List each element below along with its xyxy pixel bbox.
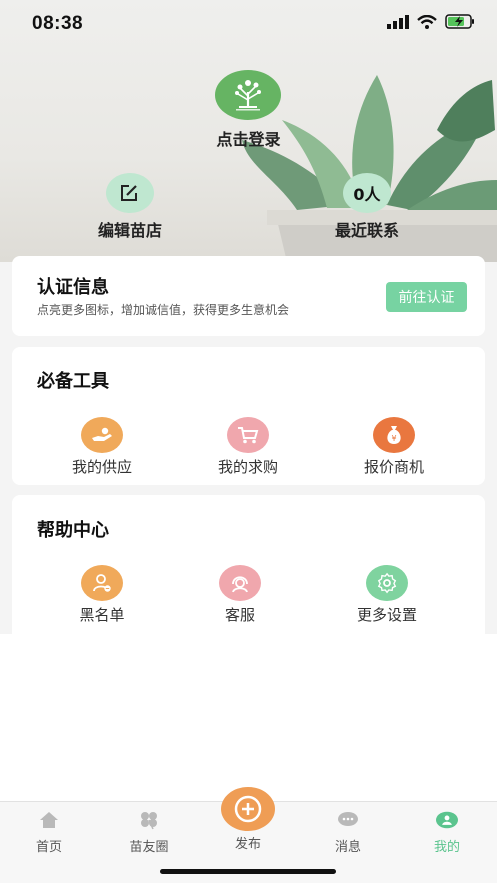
recent-contacts-button[interactable]: 0人 最近联系 [317, 173, 417, 241]
tab-mine-label: 我的 [433, 840, 460, 855]
logo-avatar-icon [215, 70, 281, 120]
customer-service-label: 客服 [224, 606, 255, 624]
edit-shop-button[interactable]: 编辑苗店 [80, 173, 180, 241]
tab-mine[interactable]: 我的 [407, 810, 487, 855]
my-supply-button[interactable]: 我的供应 [42, 417, 162, 477]
my-supply-label: 我的供应 [71, 458, 132, 476]
more-settings-button[interactable]: 更多设置 [327, 565, 447, 625]
login-link[interactable]: 点击登录 [0, 126, 497, 150]
publish-label: 发布 [234, 837, 261, 852]
status-bar: 08:38 [0, 0, 497, 48]
tools-title: 必备工具 [37, 371, 109, 392]
clover-icon [138, 810, 160, 830]
tab-messages-label: 消息 [334, 840, 361, 855]
go-certify-button[interactable]: 前往认证 [386, 282, 467, 312]
tab-messages[interactable]: 消息 [308, 810, 388, 855]
cart-icon [227, 417, 269, 453]
tab-home[interactable]: 首页 [9, 810, 89, 855]
my-purchase-label: 我的求购 [217, 458, 278, 476]
login-avatar[interactable] [215, 70, 281, 120]
recent-contacts-count: 0人 [343, 173, 391, 213]
help-center-card: 帮助中心 黑名单 客服 更多设置 [12, 495, 485, 634]
customer-service-icon [219, 565, 261, 601]
tools-card: 必备工具 我的供应 我的求购 ¥ 报价商机 [12, 347, 485, 485]
certification-card: 认证信息 点亮更多图标，增加诚信值，获得更多生意机会 前往认证 [12, 256, 485, 336]
message-bubble-icon [337, 810, 359, 830]
quote-opportunity-button[interactable]: ¥ 报价商机 [334, 417, 454, 477]
supply-hand-icon [81, 417, 123, 453]
tab-home-label: 首页 [35, 840, 62, 855]
quote-opportunity-label: 报价商机 [363, 458, 424, 476]
publish-button[interactable]: 发布 [221, 787, 275, 852]
content-empty-area [0, 634, 497, 801]
plus-circle-icon [221, 787, 275, 831]
status-time: 08:38 [32, 13, 84, 34]
certification-title: 认证信息 [37, 277, 109, 298]
wifi-icon [417, 14, 437, 29]
tab-community-label: 苗友圈 [129, 840, 169, 855]
battery-charging-icon [445, 14, 474, 29]
blacklist-label: 黑名单 [79, 606, 125, 624]
profile-icon [436, 810, 458, 830]
help-center-title: 帮助中心 [37, 520, 109, 541]
blacklist-button[interactable]: 黑名单 [42, 565, 162, 625]
signal-icon [387, 14, 409, 29]
svg-text:¥: ¥ [391, 434, 396, 443]
home-indicator[interactable] [160, 869, 336, 874]
certification-description: 点亮更多图标，增加诚信值，获得更多生意机会 [37, 303, 290, 317]
recent-contacts-label: 最近联系 [334, 221, 399, 240]
edit-icon [106, 173, 154, 213]
money-bag-icon: ¥ [373, 417, 415, 453]
my-purchase-button[interactable]: 我的求购 [188, 417, 308, 477]
blacklist-user-icon [81, 565, 123, 601]
customer-service-button[interactable]: 客服 [180, 565, 300, 625]
home-icon [38, 810, 60, 830]
settings-gear-icon [366, 565, 408, 601]
tab-community[interactable]: 苗友圈 [109, 810, 189, 855]
edit-shop-label: 编辑苗店 [97, 221, 162, 240]
more-settings-label: 更多设置 [356, 606, 417, 624]
